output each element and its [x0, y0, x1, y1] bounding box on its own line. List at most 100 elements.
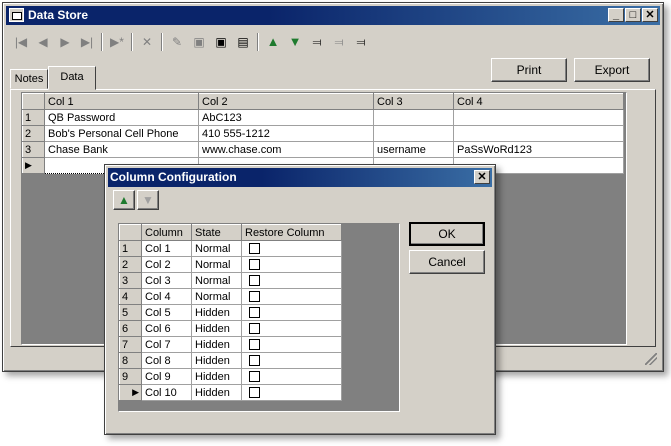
table-cell[interactable] [373, 125, 454, 142]
column-header[interactable]: Column [141, 224, 192, 241]
table-row[interactable]: 9 Col 9 Hidden [119, 368, 342, 385]
save-icon[interactable]: ▣ [189, 31, 209, 53]
properties-icon[interactable]: ▤ [233, 31, 253, 53]
table-cell[interactable]: Hidden [191, 368, 242, 385]
column-header[interactable]: State [191, 224, 242, 241]
row-number[interactable]: 1 [22, 109, 45, 126]
print-button[interactable]: Print [491, 58, 567, 82]
table-cell[interactable]: Col 6 [141, 320, 192, 337]
restore-cell[interactable] [241, 384, 342, 401]
column-config-grid[interactable]: Column State Restore Column 1 Col 1 Normal… [118, 223, 400, 412]
table-cell[interactable]: Col 10 [141, 384, 192, 401]
table-cell[interactable] [373, 109, 454, 126]
dialog-title-bar[interactable]: Column Configuration ✕ [108, 168, 492, 187]
new-record-icon[interactable]: ▶* [107, 31, 127, 53]
row-number[interactable]: 6 [119, 320, 142, 337]
add-column-icon[interactable]: ⫤ [329, 31, 349, 53]
resize-grip-icon[interactable] [645, 353, 657, 365]
restore-cell[interactable] [241, 304, 342, 321]
table-cell[interactable]: Bob's Personal Cell Phone [44, 125, 199, 142]
restore-checkbox[interactable] [249, 371, 260, 383]
table-cell[interactable]: Normal [191, 288, 242, 305]
row-number[interactable]: 7 [119, 336, 142, 353]
table-row[interactable]: 3 Chase Bank www.chase.com username PaSs… [22, 141, 624, 158]
restore-checkbox[interactable] [249, 323, 260, 335]
row-number[interactable]: 8 [119, 352, 142, 369]
restore-cell[interactable] [241, 336, 342, 353]
table-cell[interactable]: www.chase.com [198, 141, 374, 158]
table-cell[interactable]: Normal [191, 256, 242, 273]
table-row[interactable]: ▶ Col 10 Hidden [119, 384, 342, 401]
table-cell[interactable]: Col 9 [141, 368, 192, 385]
move-down-icon[interactable]: ▼ [285, 31, 305, 53]
close-button[interactable]: ✕ [642, 8, 658, 22]
table-cell[interactable]: QB Password [44, 109, 199, 126]
table-cell[interactable]: Hidden [191, 304, 242, 321]
table-cell[interactable]: Hidden [191, 336, 242, 353]
maximize-button[interactable]: □ [625, 8, 641, 22]
table-row[interactable]: 8 Col 8 Hidden [119, 352, 342, 369]
table-cell[interactable]: Col 8 [141, 352, 192, 369]
restore-checkbox[interactable] [249, 387, 260, 399]
table-row[interactable]: 7 Col 7 Hidden [119, 336, 342, 353]
table-row[interactable]: 4 Col 4 Normal [119, 288, 342, 305]
title-bar[interactable]: Data Store _ □ ✕ [6, 6, 660, 25]
row-number[interactable]: 1 [119, 240, 142, 257]
move-down-button[interactable]: ▼ [137, 190, 159, 210]
table-cell[interactable]: AbC123 [198, 109, 374, 126]
table-cell[interactable]: Hidden [191, 320, 242, 337]
first-record-icon[interactable]: |◀ [11, 31, 31, 53]
row-number[interactable]: 3 [119, 272, 142, 289]
restore-cell[interactable] [241, 320, 342, 337]
table-cell[interactable]: Col 4 [141, 288, 192, 305]
minimize-button[interactable]: _ [608, 8, 624, 22]
table-cell[interactable] [453, 125, 624, 142]
restore-checkbox[interactable] [249, 243, 260, 255]
row-number[interactable]: 5 [119, 304, 142, 321]
table-cell[interactable]: username [373, 141, 454, 158]
table-row[interactable]: 1 QB Password AbC123 [22, 109, 624, 126]
table-cell[interactable]: Col 1 [141, 240, 192, 257]
save-close-icon[interactable]: ▣ [211, 31, 231, 53]
table-row[interactable]: 5 Col 5 Hidden [119, 304, 342, 321]
ok-button[interactable]: OK [409, 222, 485, 246]
move-up-icon[interactable]: ▲ [263, 31, 283, 53]
row-number[interactable]: 2 [22, 125, 45, 142]
table-cell[interactable]: Col 3 [141, 272, 192, 289]
table-cell[interactable]: Hidden [191, 352, 242, 369]
move-up-button[interactable]: ▲ [113, 190, 135, 210]
edit-icon[interactable]: ✎ [167, 31, 187, 53]
column-header[interactable]: Col 2 [198, 93, 374, 110]
table-row[interactable]: 6 Col 6 Hidden [119, 320, 342, 337]
table-row[interactable]: 3 Col 3 Normal [119, 272, 342, 289]
prev-record-icon[interactable]: ◀ [33, 31, 53, 53]
restore-checkbox[interactable] [249, 339, 260, 351]
current-row-marker[interactable]: ▶ [119, 384, 142, 401]
next-record-icon[interactable]: ▶ [55, 31, 75, 53]
column-header[interactable]: Col 4 [453, 93, 624, 110]
last-record-icon[interactable]: ▶| [77, 31, 97, 53]
restore-checkbox[interactable] [249, 355, 260, 367]
table-cell[interactable]: PaSsWoRd123 [453, 141, 624, 158]
table-row[interactable]: 2 Col 2 Normal [119, 256, 342, 273]
table-cell[interactable]: Normal [191, 272, 242, 289]
insert-column-icon[interactable]: ⫤ [307, 31, 327, 53]
table-cell[interactable]: 410 555-1212 [198, 125, 374, 142]
tab-data[interactable]: Data [48, 66, 96, 90]
table-row[interactable]: 2 Bob's Personal Cell Phone 410 555-1212 [22, 125, 624, 142]
table-row[interactable]: 1 Col 1 Normal [119, 240, 342, 257]
restore-cell[interactable] [241, 272, 342, 289]
export-button[interactable]: Export [574, 58, 650, 82]
table-cell[interactable]: Normal [191, 240, 242, 257]
restore-cell[interactable] [241, 288, 342, 305]
delete-icon[interactable]: ✕ [137, 31, 157, 53]
table-cell[interactable]: Col 2 [141, 256, 192, 273]
dialog-close-button[interactable]: ✕ [474, 170, 490, 184]
new-row-marker[interactable]: ▶ [22, 157, 45, 174]
table-cell[interactable]: Col 5 [141, 304, 192, 321]
restore-cell[interactable] [241, 256, 342, 273]
cancel-button[interactable]: Cancel [409, 250, 485, 274]
restore-checkbox[interactable] [249, 259, 260, 271]
restore-checkbox[interactable] [249, 275, 260, 287]
row-number[interactable]: 2 [119, 256, 142, 273]
